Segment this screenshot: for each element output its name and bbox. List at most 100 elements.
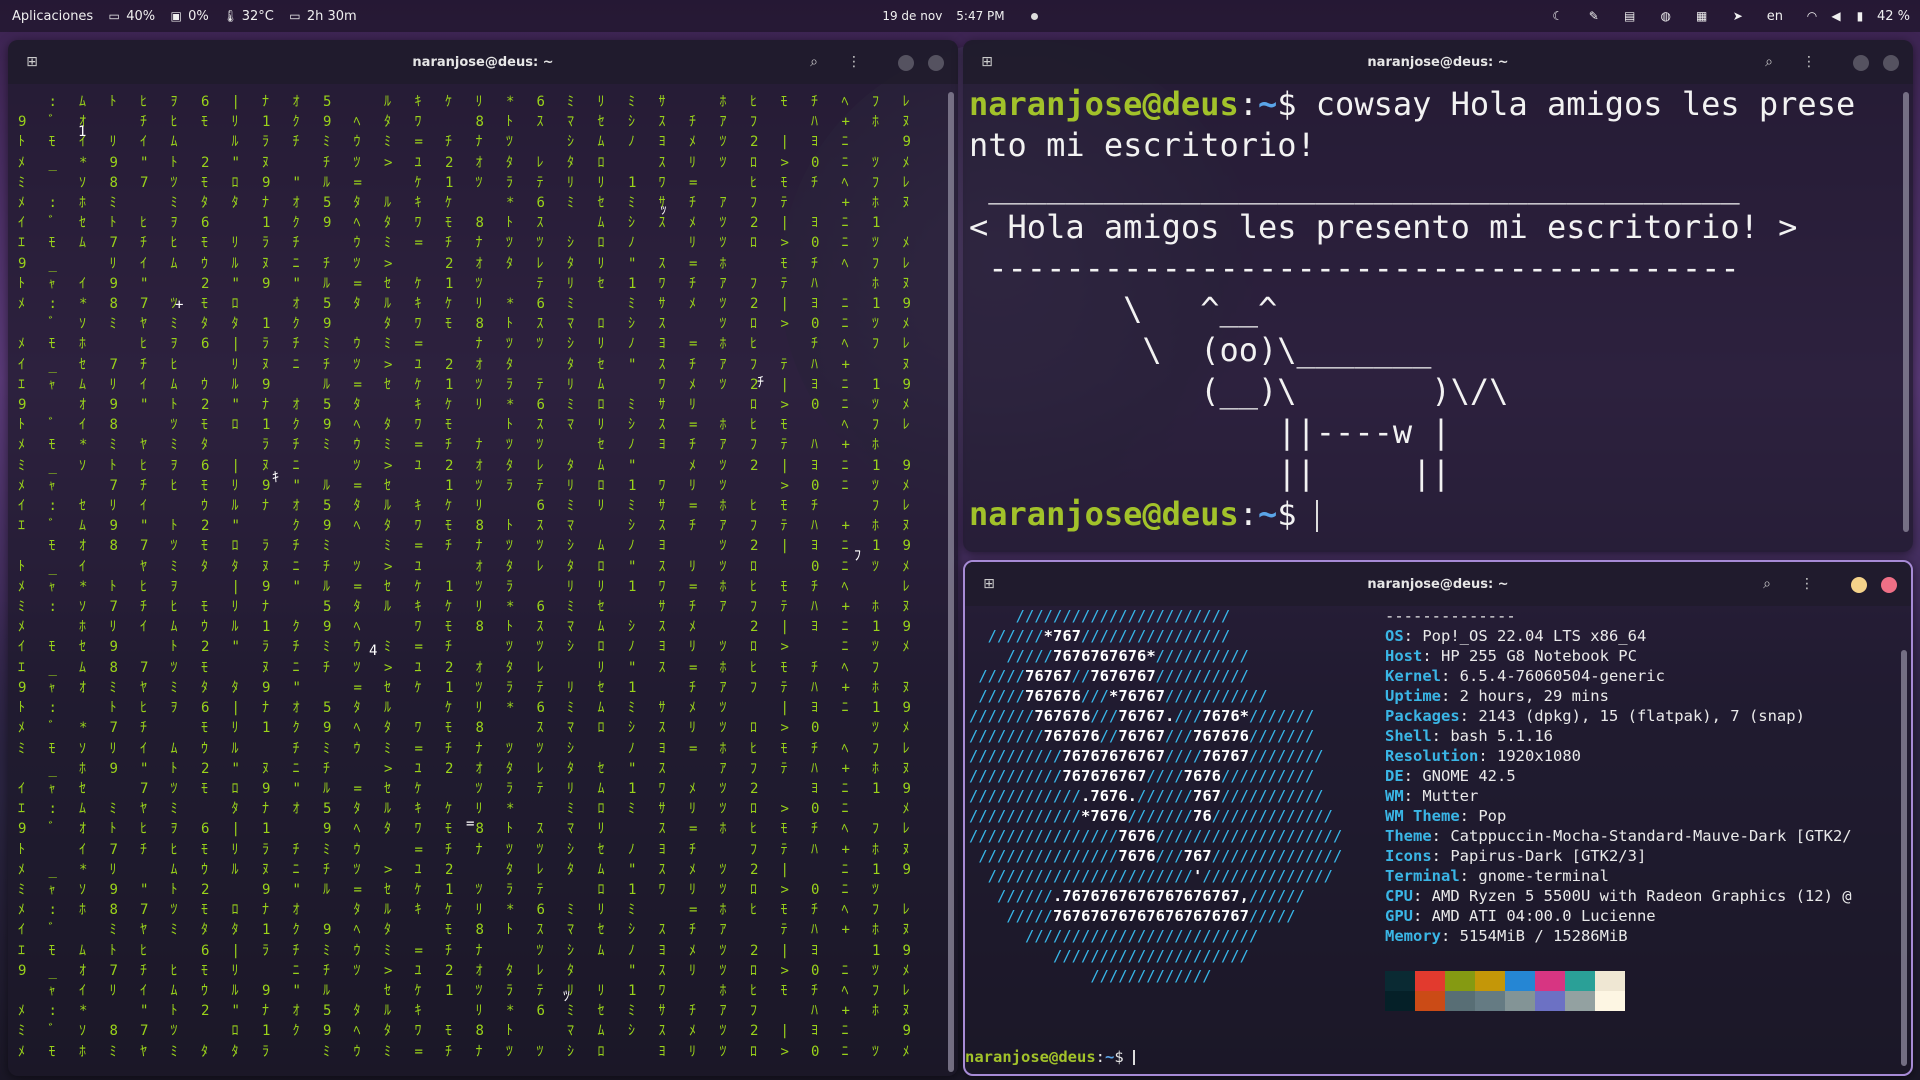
globe-icon[interactable]: ◍ [1659,9,1673,23]
info-key: Packages [1385,707,1460,725]
close-button[interactable] [1883,55,1899,71]
info-row: Terminal: gnome-terminal [1385,866,1852,886]
applications-label: Aplicaciones [12,8,94,24]
system-info: -------------- OS: Pop!_OS 22.04 LTS x86_… [1385,606,1852,946]
window-titlebar[interactable]: ⊞ naranjose@deus: ~ ⌕ ⋮ [8,40,958,84]
cmatrix-output: 9 ﾄ ﾒ ﾐ ﾒ ｲ ｴ 9 ﾄ ﾒ ﾒ ｲ ｴ 9 ﾄ ﾒ ﾐ ﾒ ｲ ｴ … [18,92,938,1076]
matrix-column: ﾁ ﾒ ﾘ = ﾁ ﾒ ﾘ = ﾁ ﾒ = ﾁ ﾒ ﾘ = ﾁ ﾒ ﾘ = ﾁ … [689,114,698,1060]
clock-time[interactable]: 5:47 PM [956,9,1004,23]
text-cursor [1133,1049,1136,1066]
scrollbar[interactable] [1903,92,1909,532]
minimize-button[interactable] [1853,55,1869,71]
close-button[interactable] [928,55,944,71]
prompt-line[interactable]: naranjose@deus:~$ [965,1048,1136,1066]
disk-stat[interactable]: ▣ 0% [169,9,208,24]
info-key: Kernel [1385,667,1441,685]
menu-kebab-icon[interactable]: ⋮ [1797,574,1817,594]
info-value: : Catppuccin-Mocha-Standard-Mauve-Dark [… [1431,827,1852,845]
palette-swatch [1535,971,1565,991]
temperature-value: 32°C [241,8,274,24]
window-tiling-icon[interactable]: ▦ [1695,9,1709,23]
matrix-highlight-glyph: 4 [369,643,378,659]
moon-icon[interactable]: ☾ [1551,9,1565,23]
system-status-area[interactable]: ◠ ◀ ▮ 42 % [1805,9,1910,24]
pop-os-ascii-logo: /////////////////////// //////*767//////… [969,606,1342,986]
info-row: Icons: Papirus-Dark [GTK2/3] [1385,846,1852,866]
info-row: Kernel: 6.5.4-76060504-generic [1385,666,1852,686]
matrix-column: ﾋ ﾁ ｲ " 7 ﾋ ﾁ ｲ " 7 ﾔ ﾋ ﾁ ｲ " ﾔ ﾋ ﾁ ｲ " … [140,94,149,1060]
matrix-highlight-glyph: ﾂ [563,989,570,1005]
top-panel: Aplicaciones ▭ 40% ▣ 0% 🌡 32°C ▭ 2h 30m 19 d… [0,0,1920,32]
palette-swatch [1415,991,1445,1011]
terminal-content[interactable]: /////////////////////// //////*767//////… [965,606,1911,1074]
search-icon[interactable]: ⌕ [804,52,824,72]
info-value: : Pop [1459,807,1507,825]
info-value: : Pop!_OS 22.04 LTS x86_64 [1403,627,1647,645]
terminal-window-cowsay[interactable]: ⊞ naranjose@deus: ~ ⌕ ⋮ naranjose@deus:~… [963,40,1913,552]
minimize-button[interactable] [1851,577,1867,593]
matrix-column: ｻ ｽ ﾖ ｽ ﾜ ｻ ｽ ｽ ﾜ ｻ ｽ ﾖ ｽ ﾜ ｻ ｽ ﾖ ﾜ ｻ ｽ … [658,94,666,1060]
prompt-dollar: $ [1277,85,1316,123]
keyboard-language[interactable]: en [1767,9,1783,24]
telegram-icon[interactable]: ➤ [1731,9,1745,23]
window-titlebar[interactable]: ⊞ naranjose@deus: ~ ⌕ ⋮ [963,40,1913,84]
info-value: : 6.5.4-76060504-generic [1441,667,1665,685]
temperature-stat[interactable]: 🌡 32°C [223,9,274,24]
logo-line: //////.7676767676767676767,////// [969,887,1305,905]
scrollbar[interactable] [1901,650,1907,1066]
matrix-highlight-glyph: = [466,816,475,832]
info-value: : AMD ATI 04:00.0 Lucienne [1413,907,1656,925]
info-key: WM Theme [1385,807,1460,825]
terminal-content[interactable]: 9 ﾄ ﾒ ﾐ ﾒ ｲ ｴ 9 ﾄ ﾒ ﾒ ｲ ｴ 9 ﾄ ﾒ ﾐ ﾒ ｲ ｴ … [8,84,958,1076]
matrix-highlight-glyph: ｯ [660,202,667,218]
applications-menu[interactable]: Aplicaciones [12,9,93,24]
matrix-highlight-glyph: 1 [78,124,87,140]
battery-stat[interactable]: ▭ 40% [107,9,156,24]
info-row: Resolution: 1920x1080 [1385,746,1852,766]
color-picker-icon[interactable]: ✎ [1587,9,1601,23]
battery-level: 42 % [1876,8,1910,24]
terminal-window-neofetch[interactable]: ⊞ naranjose@deus: ~ ⌕ ⋮ ////////////////… [963,560,1913,1076]
matrix-column: ﾑ ｵ ｲ * ｿ ﾎ ｾ ﾑ ｲ * ｿ ﾎ ｾ ﾑ ｵ ｲ * ｿ ｾ ﾑ … [79,94,88,1060]
menu-kebab-icon[interactable]: ⋮ [1799,52,1819,72]
matrix-column: ｹ ﾁ 2 1 ｹ ﾓ ﾁ 2 1 ｹ ﾓ 2 1 ｹ ﾓ ﾁ 2 1 ｹ ﾓ … [445,94,454,1060]
logo-line: ////////////*7676///////76///////////// [969,807,1333,825]
logo-line: //////////76767676767////76767//////// [969,747,1324,765]
menu-kebab-icon[interactable]: ⋮ [844,52,864,72]
uptime-stat[interactable]: ▭ 2h 30m [288,9,357,24]
search-icon[interactable]: ⌕ [1757,574,1777,594]
palette-swatch [1505,971,1535,991]
info-value: : HP 255 G8 Notebook PC [1422,647,1637,665]
monitor-icon: ▭ [289,9,301,23]
scrollbar[interactable] [948,92,954,1072]
palette-swatch [1595,991,1625,1011]
notification-dot-icon [1030,12,1038,20]
logo-line: /////////////////////// [969,607,1231,625]
info-value: : 1920x1080 [1478,747,1581,765]
bubble-top: _______________________________________ [969,167,1740,205]
matrix-column: ﾋ ﾌ 2 ﾛ ﾋ ﾌ 2 ﾛ ﾌ 2 ﾛ ﾋ ﾌ 2 ﾛ ﾋ ﾌ 2 ﾋ ﾌ … [750,94,759,1060]
matrix-column: ｷ ﾜ = ﾕ ｹ ｷ ﾜ = ｹ ｷ ﾜ = ﾕ ｹ ｷ ﾜ = ﾕ ｷ ﾜ … [414,94,423,1060]
matrix-column: ﾁ ﾊ ﾖ 0 ﾁ ﾖ 0 ﾁ ﾊ ﾖ 0 ﾁ ﾊ ﾖ 0 ﾊ ﾖ 0 ﾁ ﾊ … [811,94,820,1060]
search-icon[interactable]: ⌕ [1759,52,1779,72]
cow-line: ||----w | [969,413,1451,451]
clock-date[interactable]: 19 de nov [882,9,942,23]
matrix-highlight-glyph: ｷ [272,470,279,486]
info-key: Uptime [1385,687,1441,705]
matrix-column: ｦ ﾋ ﾑ ﾄ ﾂ ﾐ ｦ ﾋ ﾑ ﾂ ﾐ ｦ ﾋ ﾑ ﾄ ﾂ ﾐ ｦ ﾋ ﾄ … [170,94,178,1060]
terminal-content[interactable]: naranjose@deus:~$ cowsay Hola amigos les… [963,84,1913,552]
color-palette [1385,971,1625,1011]
window-titlebar[interactable]: ⊞ naranjose@deus: ~ ⌕ ⋮ [965,562,1911,606]
matrix-highlight-glyph: ﾌ [854,548,861,564]
logo-line: /////767676767676767676767///// [969,907,1296,925]
matrix-column: ﾍ + ﾆ ﾆ ﾍ + ﾆ ﾆ ﾍ ﾆ ﾆ ﾍ + ﾆ ﾆ ﾍ + ﾆ ﾆ + … [841,94,850,1060]
minimize-button[interactable] [898,55,914,71]
info-key: GPU [1385,907,1413,925]
logo-line: ///////////////7676///767////////////// [969,847,1343,865]
clipboard-icon[interactable]: ▤ [1623,9,1637,23]
disk-icon: ▣ [170,9,182,23]
close-button[interactable] [1881,577,1897,593]
info-key: OS [1385,627,1404,645]
terminal-window-matrix[interactable]: ⊞ naranjose@deus: ~ ⌕ ⋮ 9 ﾄ ﾒ ﾐ ﾒ ｲ ｴ 9 … [8,40,958,1076]
matrix-column: ﾘ 8 ﾅ ｵ ﾂ 8 ﾅ ｵ ﾂ ﾘ 8 ﾅ ｵ ﾂ ﾘ ﾅ ｵ ﾂ ﾘ 8 … [475,94,484,1060]
